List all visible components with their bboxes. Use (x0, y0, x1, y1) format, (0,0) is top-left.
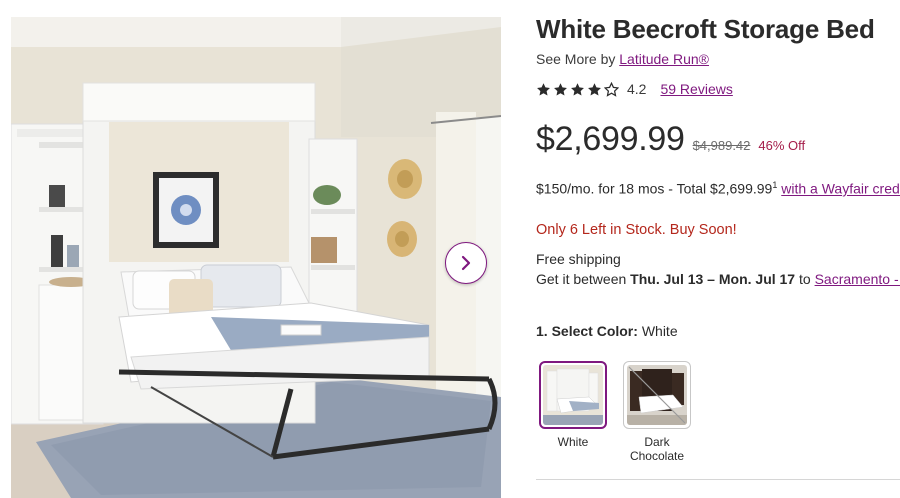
chevron-right-icon (461, 255, 471, 271)
swatch-white-thumbnail (543, 365, 603, 425)
sale-price: $2,699.99 (536, 120, 685, 158)
star-icon (588, 82, 601, 95)
swatch-dark-chocolate-thumbnail (627, 365, 687, 425)
star-outline-icon (604, 81, 619, 97)
delivery-to: to (799, 271, 811, 287)
selected-color: White (641, 323, 678, 339)
discount-badge: 46% Off (758, 138, 806, 153)
credit-card-link[interactable]: with a Wayfair credit card (781, 181, 900, 197)
color-step-label: 1. Select Color: (536, 323, 638, 339)
product-image[interactable] (11, 17, 501, 498)
free-shipping: Free shipping (536, 251, 621, 267)
financing-footnote: 1 (772, 180, 778, 190)
color-swatches: White Dark Chocolate (539, 361, 691, 463)
star-icon (571, 82, 584, 95)
swatch-dark-chocolate-box[interactable] (623, 361, 691, 429)
financing-offer: $150/mo. for 18 mos - Total $2,699.991 w… (536, 180, 900, 197)
rating-value: 4.2 (627, 81, 647, 97)
swatch-dark-chocolate-label: Dark Chocolate (630, 435, 684, 463)
financing-text: $150/mo. for 18 mos - Total $2,699.99 (536, 180, 773, 197)
delivery-estimate: Get it between Thu. Jul 13 – Mon. Jul 17… (536, 271, 900, 287)
swatch-dark-chocolate-label-line2: Chocolate (629, 449, 685, 463)
next-image-button[interactable] (445, 242, 487, 284)
delivery-dates: Thu. Jul 13 – Mon. Jul 17 (630, 271, 796, 287)
swatch-dark-chocolate[interactable]: Dark Chocolate (623, 361, 691, 463)
original-price: $4,989.42 (692, 138, 751, 153)
stock-warning: Only 6 Left in Stock. Buy Soon! (536, 222, 737, 238)
star-icon (537, 82, 550, 95)
brand-link[interactable]: Latitude Run® (619, 51, 709, 67)
swatch-white[interactable]: White (539, 361, 607, 463)
delivery-location-link[interactable]: Sacramento - 95814 (815, 271, 900, 287)
swatch-white-box[interactable] (539, 361, 607, 429)
section-divider (536, 479, 900, 480)
rating-summary: 4.2 59 Reviews (536, 81, 733, 97)
delivery-prefix: Get it between (536, 271, 627, 287)
murphy-bed-photo (11, 17, 501, 498)
see-more-brand: See More by Latitude Run® (536, 51, 709, 67)
color-selector-label: 1. Select Color: White (536, 323, 678, 339)
swatch-dark-chocolate-label-line1: Dark (644, 435, 670, 449)
product-title: White Beecroft Storage Bed (536, 14, 875, 44)
swatch-white-label: White (557, 435, 589, 449)
see-more-label: See More by (536, 51, 616, 67)
price-row: $2,699.99 $4,989.42 46% Off (536, 120, 805, 159)
reviews-link[interactable]: 59 Reviews (660, 81, 732, 97)
product-info: White Beecroft Storage Bed See More by L… (536, 0, 900, 498)
star-icon (554, 82, 567, 95)
rating-stars (536, 81, 619, 97)
